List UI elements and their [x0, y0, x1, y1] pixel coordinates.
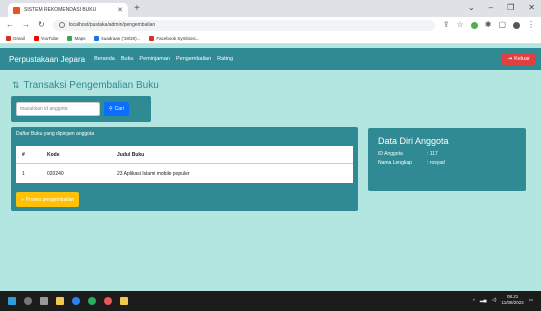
cell-judul: 23 Aplikasi Islami mobile populer — [117, 170, 190, 177]
system-tray: ^ ▂▄ ◁) 08.21 11/08/2022 ▭ — [473, 294, 533, 306]
forward-arrow-icon: » — [21, 196, 24, 203]
notes-app-icon[interactable] — [120, 297, 128, 305]
nav-rating[interactable]: Rating — [217, 56, 233, 62]
volume-icon[interactable]: ◁) — [492, 297, 497, 303]
bookmark-kuadraan[interactable]: kuadraan ('19/20)... — [94, 35, 141, 41]
task-view-icon[interactable] — [40, 297, 48, 305]
member-id-input[interactable] — [16, 102, 100, 116]
tab-search-icon[interactable]: ⌄ — [468, 2, 475, 14]
borrowed-books-panel: Daftar Buku yang dipinjam anggota # Kode… — [11, 127, 358, 211]
page-title: ⇅ Transaksi Pengembalian Buku — [12, 80, 159, 91]
member-field-value: : 117 — [427, 151, 438, 157]
drive-icon — [94, 35, 100, 41]
bookmark-maps[interactable]: Maps — [67, 35, 86, 41]
bookmark-gmail[interactable]: Gmail — [6, 35, 25, 41]
maps-icon — [67, 35, 73, 41]
table-row: 1 020240 23 Aplikasi Islami mobile popul… — [16, 164, 353, 183]
bookmark-label: Gmail — [13, 35, 25, 41]
close-window-icon[interactable]: ✕ — [528, 2, 535, 14]
logout-label: Keluar — [514, 56, 530, 62]
share-icon[interactable]: ⇪ — [443, 21, 450, 29]
address-bar-row: ← → ↻ localhost/pustaka/admin/pengembali… — [0, 17, 541, 33]
search-button[interactable]: ⚲ Cari — [104, 102, 129, 116]
member-search-panel: ⚲ Cari — [11, 96, 151, 122]
cell-kode: 020240 — [47, 170, 64, 177]
sidebar-icon[interactable]: ▢ — [498, 21, 506, 29]
bookmarks-bar: Gmail YouTube Maps kuadraan ('19/20)... … — [0, 33, 541, 44]
clock-date: 11/08/2022 — [501, 300, 524, 305]
bookmark-youtube[interactable]: YouTube — [33, 35, 59, 41]
member-field-row: Nama Lengkap : rosyad — [378, 160, 516, 166]
bookmark-facebook[interactable]: Facebook Symbiosi... — [149, 35, 200, 41]
sort-icon: ⇅ — [12, 80, 20, 90]
chrome-icon[interactable] — [104, 297, 112, 305]
member-info-card: Data Diri Anggota ID Anggota : 117 Nama … — [368, 128, 526, 191]
forward-icon[interactable]: → — [22, 21, 30, 29]
member-field-label: ID Anggota — [378, 151, 403, 157]
column-header-no: # — [22, 151, 25, 158]
process-return-button[interactable]: » Proses pengembalian — [16, 192, 80, 207]
logout-icon: ⇥ — [507, 56, 513, 62]
profile-avatar[interactable] — [513, 21, 520, 29]
new-tab-icon[interactable]: + — [134, 3, 140, 15]
network-icon[interactable]: ▂▄ — [480, 297, 487, 303]
bookmark-site-icon — [149, 35, 155, 41]
taskbar-clock[interactable]: 08.21 11/08/2022 — [502, 294, 524, 306]
back-icon[interactable]: ← — [6, 21, 14, 29]
process-return-label: Proses pengembalian — [25, 196, 75, 203]
logout-button[interactable]: ⇥ Keluar — [502, 53, 535, 65]
nav-peminjaman[interactable]: Peminjaman — [139, 56, 170, 62]
bookmark-label: Maps — [74, 35, 86, 41]
nav-pengembalian[interactable]: Pengembalian — [176, 56, 211, 62]
menu-kebab-icon[interactable]: ⋮ — [527, 21, 535, 29]
minimize-icon[interactable]: – — [489, 2, 493, 14]
member-card-title: Data Diri Anggota — [378, 136, 449, 146]
member-field-label: Nama Lengkap — [378, 160, 412, 166]
brand-name[interactable]: Perpustakaan Jepara — [9, 55, 85, 64]
gmail-icon — [6, 35, 11, 41]
bookmark-label: Facebook Symbiosi... — [156, 35, 200, 41]
tab-close-icon[interactable]: ✕ — [117, 7, 123, 14]
browser-tab-strip: SISTEM REKOMENDASI BUKU ✕ + ⌄ – ❐ ✕ — [0, 0, 541, 17]
youtube-icon — [33, 35, 39, 41]
notifications-icon[interactable]: ▭ — [529, 297, 533, 303]
extension-icon[interactable] — [470, 21, 478, 29]
url-text: localhost/pustaka/admin/pengembalian — [68, 22, 156, 28]
nav-beranda[interactable]: Beranda — [94, 56, 115, 62]
reload-icon[interactable]: ↻ — [38, 21, 45, 29]
nav-buku[interactable]: Buku — [121, 56, 134, 62]
column-header-judul: Judul Buku — [117, 151, 145, 158]
app-navbar: Perpustakaan Jepara Beranda Buku Peminja… — [0, 48, 541, 70]
os-taskbar: ^ ▂▄ ◁) 08.21 11/08/2022 ▭ — [0, 291, 541, 311]
table-header: # Kode Judul Buku — [16, 146, 353, 164]
restore-icon[interactable]: ❐ — [507, 2, 514, 14]
tray-chevron-icon[interactable]: ^ — [473, 298, 475, 303]
column-header-kode: Kode — [47, 151, 60, 158]
windows-start-icon[interactable] — [8, 297, 16, 305]
bookmark-star-icon[interactable]: ☆ — [457, 21, 464, 29]
member-field-value: : rosyad — [427, 160, 445, 166]
edge-icon[interactable] — [72, 297, 80, 305]
borrowed-books-table: # Kode Judul Buku 1 020240 23 Aplikasi I… — [16, 146, 353, 183]
url-field[interactable]: localhost/pustaka/admin/pengembalian — [52, 19, 435, 31]
borrowed-caption: Daftar Buku yang dipinjam anggota — [16, 131, 95, 137]
file-explorer-icon[interactable] — [56, 297, 64, 305]
site-info-icon[interactable] — [58, 22, 65, 28]
window-controls: ⌄ – ❐ ✕ — [468, 2, 535, 14]
cell-no: 1 — [22, 170, 25, 177]
page-title-text: Transaksi Pengembalian Buku — [23, 80, 159, 91]
search-icon[interactable] — [24, 297, 32, 305]
member-field-row: ID Anggota : 117 — [378, 151, 516, 157]
site-favicon-icon — [13, 6, 20, 14]
bookmark-label: YouTube — [40, 35, 59, 41]
browser-tab[interactable]: SISTEM REKOMENDASI BUKU ✕ — [8, 3, 128, 17]
puzzle-icon[interactable]: ✱ — [485, 21, 492, 29]
bookmark-label: kuadraan ('19/20)... — [101, 35, 141, 41]
search-icon: ⚲ — [109, 106, 113, 112]
tab-title: SISTEM REKOMENDASI BUKU — [24, 7, 97, 13]
browser-extensions: ⇪ ☆ ✱ ▢ ⋮ — [443, 21, 535, 29]
whatsapp-icon[interactable] — [88, 297, 96, 305]
search-button-label: Cari — [114, 106, 124, 112]
